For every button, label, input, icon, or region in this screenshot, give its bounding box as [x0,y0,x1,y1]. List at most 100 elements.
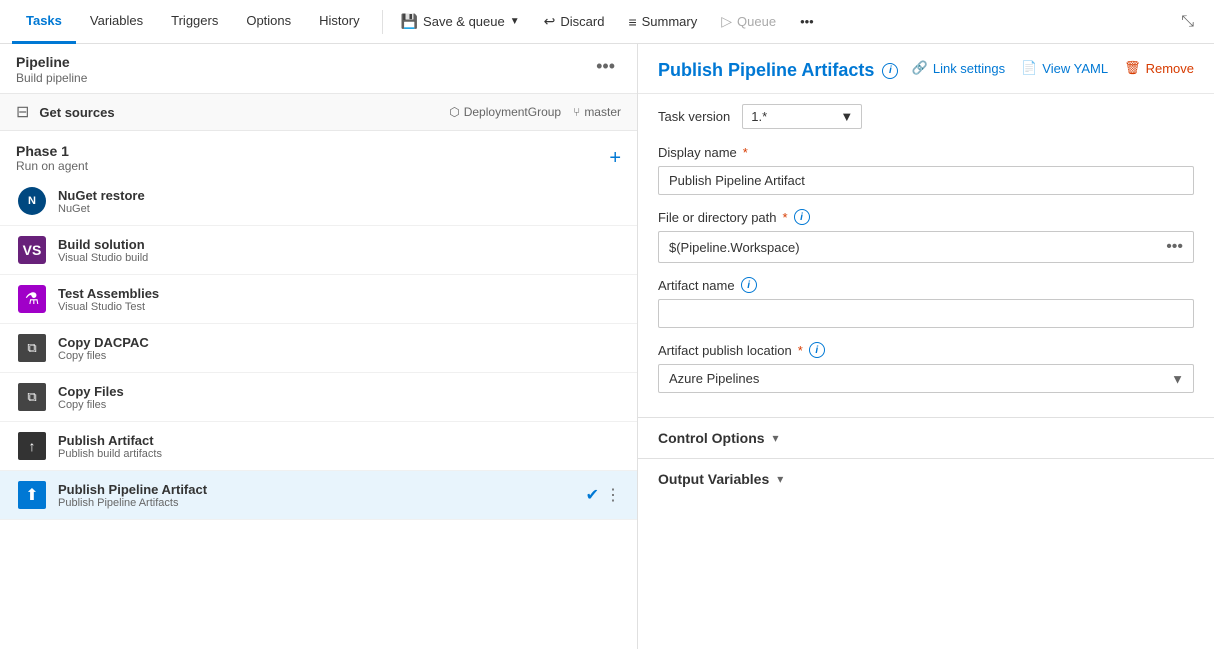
branch-info: ⑂ master [573,105,621,119]
artifact-publish-location-select[interactable]: Azure Pipelines A file share [658,364,1194,393]
task-item-copy-dacpac[interactable]: ⧉ Copy DACPAC Copy files [0,324,637,373]
title-info-icon[interactable]: i [882,63,898,79]
artifact-location-select-wrap: Azure Pipelines A file share ▼ [658,364,1194,393]
task-name-copy-files: Copy Files [58,384,124,399]
summary-button[interactable]: ≡ Summary [618,9,707,35]
task-item-nuget[interactable]: N NuGet restore NuGet [0,177,637,226]
phase-title: Phase 1 [16,143,88,159]
save-queue-button[interactable]: 💾 Save & queue ▼ [391,8,530,35]
output-variables-section[interactable]: Output Variables ▾ [638,458,1214,499]
pipeline-title: Pipeline [16,54,87,70]
copy-files-icon: ⧉ [16,381,48,413]
task-item-test[interactable]: ⚗ Test Assemblies Visual Studio Test [0,275,637,324]
remove-icon: 🗑 [1124,60,1141,76]
discard-button[interactable]: ↩ Discard [534,8,615,35]
task-item-build[interactable]: VS Build solution Visual Studio build [0,226,637,275]
artifact-name-input[interactable] [658,299,1194,328]
flask-icon: ⚗ [16,283,48,315]
display-name-required: * [743,145,748,160]
task-sub-test: Visual Studio Test [58,301,159,313]
summary-icon: ≡ [628,14,636,30]
control-options-label: Control Options [658,430,765,446]
task-sub-publish-artifact: Publish build artifacts [58,448,162,460]
artifact-publish-location-label: Artifact publish location * i [658,342,1194,358]
file-path-info-icon[interactable]: i [794,209,810,225]
form-section: Display name * File or directory path * … [638,135,1214,417]
repo-icon: ⬡ [449,105,459,119]
pipeline-header: Pipeline Build pipeline ••• [0,44,637,94]
task-sub-build: Visual Studio build [58,252,148,264]
task-name-publish-pipeline: Publish Pipeline Artifact [58,482,576,497]
view-yaml-button[interactable]: 📄 View YAML [1021,60,1108,76]
task-item-publish-pipeline[interactable]: ⬆ Publish Pipeline Artifact Publish Pipe… [0,471,637,520]
save-icon: 💾 [401,13,418,30]
phase-header: Phase 1 Run on agent + [0,135,637,177]
tab-tasks[interactable]: Tasks [12,0,76,44]
nuget-icon: N [16,185,48,217]
pipeline-subtitle: Build pipeline [16,71,87,85]
nav-actions: 💾 Save & queue ▼ ↩ Discard ≡ Summary ▷ Q… [391,8,824,35]
main-layout: Pipeline Build pipeline ••• ⊟ Get source… [0,44,1214,649]
task-name-copy-dacpac: Copy DACPAC [58,335,149,350]
tab-options[interactable]: Options [232,0,305,44]
yaml-icon: 📄 [1021,60,1037,76]
display-name-field: Display name * [658,145,1194,195]
publish-artifact-icon: ↑ [16,430,48,462]
right-header: Publish Pipeline Artifacts i 🔗 Link sett… [638,44,1214,94]
link-settings-button[interactable]: 🔗 Link settings [912,60,1005,76]
artifact-name-label: Artifact name i [658,277,1194,293]
more-icon: ••• [800,14,814,29]
tab-triggers[interactable]: Triggers [157,0,232,44]
task-sub-copy-dacpac: Copy files [58,350,149,362]
task-name-nuget: NuGet restore [58,188,145,203]
more-button[interactable]: ••• [790,9,824,34]
get-sources-row[interactable]: ⊟ Get sources ⬡ DeploymentGroup ⑂ master [0,94,637,131]
right-panel-title: Publish Pipeline Artifacts i [658,60,898,81]
file-directory-path-label: File or directory path * i [658,209,1194,225]
left-panel: Pipeline Build pipeline ••• ⊟ Get source… [0,44,638,649]
add-task-icon[interactable]: + [609,147,621,170]
tab-history[interactable]: History [305,0,373,44]
task-item-publish-artifact[interactable]: ↑ Publish Artifact Publish build artifac… [0,422,637,471]
get-sources-meta: ⬡ DeploymentGroup ⑂ master [449,105,621,119]
right-panel: Publish Pipeline Artifacts i 🔗 Link sett… [638,44,1214,649]
output-variables-chevron: ▾ [777,472,783,486]
task-name-build: Build solution [58,237,148,252]
publish-pipeline-icon: ⬆ [16,479,48,511]
task-item-copy-files[interactable]: ⧉ Copy Files Copy files [0,373,637,422]
file-directory-path-input[interactable] [658,231,1156,263]
task-version-select[interactable]: 1.* ▼ [742,104,862,129]
display-name-input[interactable] [658,166,1194,195]
queue-icon: ▷ [721,13,732,30]
repo-info: ⬡ DeploymentGroup [449,105,561,119]
remove-button[interactable]: 🗑 Remove [1124,60,1194,76]
task-list: N NuGet restore NuGet VS Build solution … [0,177,637,649]
artifact-name-info-icon[interactable]: i [741,277,757,293]
pipeline-more-icon[interactable]: ••• [590,54,621,79]
output-variables-label: Output Variables [658,471,769,487]
task-version-row: Task version 1.* ▼ [638,94,1214,135]
get-sources-label: Get sources [39,105,114,120]
task-name-publish-artifact: Publish Artifact [58,433,162,448]
file-path-browse-button[interactable]: ••• [1156,231,1194,263]
control-options-section[interactable]: Control Options ▾ [638,417,1214,458]
right-header-actions: 🔗 Link settings 📄 View YAML 🗑 Remove [912,60,1194,76]
artifact-publish-location-field: Artifact publish location * i Azure Pipe… [658,342,1194,393]
link-icon: 🔗 [912,60,928,76]
expand-icon[interactable]: ⤡ [1173,9,1202,35]
version-dropdown-arrow: ▼ [840,109,853,124]
tab-variables[interactable]: Variables [76,0,157,44]
artifact-location-info-icon[interactable]: i [809,342,825,358]
task-menu-icon[interactable]: ⋮ [605,485,621,505]
get-sources-icon: ⊟ [16,102,29,122]
display-name-label: Display name * [658,145,1194,160]
copy-dacpac-icon: ⧉ [16,332,48,364]
task-item-actions: ✔ ⋮ [586,485,621,505]
dropdown-arrow-icon: ▼ [510,16,520,27]
queue-button[interactable]: ▷ Queue [711,8,786,35]
file-directory-path-field: File or directory path * i ••• [658,209,1194,263]
top-nav: Tasks Variables Triggers Options History… [0,0,1214,44]
artifact-name-field: Artifact name i [658,277,1194,328]
file-path-input-group: ••• [658,231,1194,263]
artifact-location-required: * [798,343,803,358]
